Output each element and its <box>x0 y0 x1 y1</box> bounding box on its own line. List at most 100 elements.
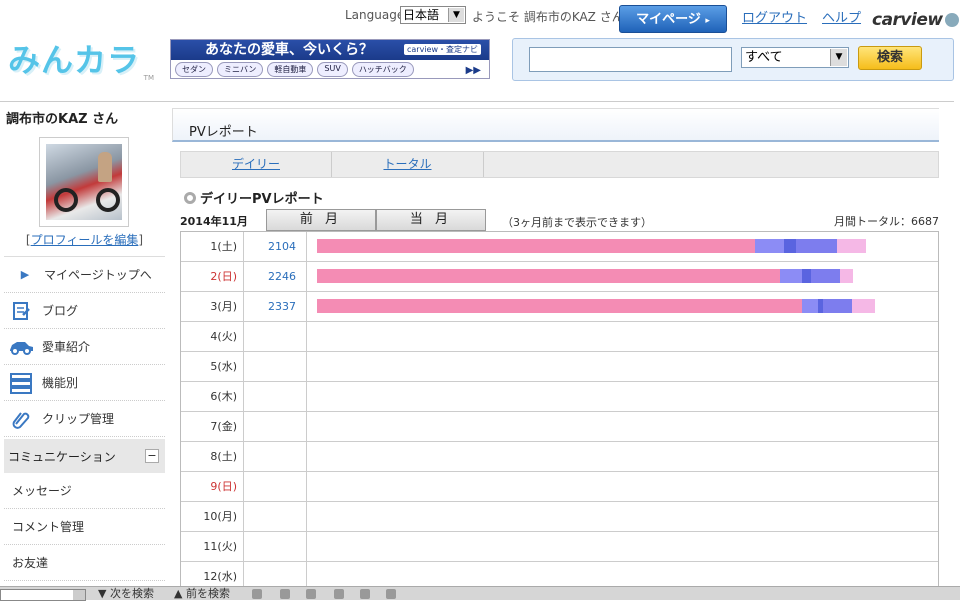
pv-count-cell[interactable] <box>244 382 307 411</box>
bar-cell <box>307 262 938 291</box>
find-input[interactable] <box>0 589 86 601</box>
logout-link[interactable]: ログアウト <box>742 7 807 26</box>
language-select[interactable]: 日本語 ▼ <box>400 6 466 24</box>
bar-cell <box>307 322 938 351</box>
day-cell: 6(木) <box>181 382 244 411</box>
search-input[interactable] <box>529 47 732 72</box>
sidebar-item-comments[interactable]: コメント管理 <box>4 509 165 545</box>
site-logo[interactable]: みんカラ TM <box>8 40 154 82</box>
section-title: デイリーPVレポート <box>200 192 324 207</box>
pv-bar-segment <box>317 299 802 313</box>
pv-count-cell[interactable] <box>244 412 307 441</box>
find-prev-button[interactable]: ▲ 前を検索 <box>174 587 230 601</box>
pv-bar-segment <box>851 299 875 313</box>
pv-count-cell[interactable] <box>244 532 307 561</box>
pv-count-cell[interactable] <box>244 502 307 531</box>
bar-cell <box>307 232 938 261</box>
edit-profile-bracket-close: ] <box>138 233 144 247</box>
sidebar-item-car[interactable]: 愛車紹介 <box>4 329 165 365</box>
carview-logo-text: carview <box>872 10 943 30</box>
tab-daily[interactable]: デイリー <box>181 152 332 177</box>
sidebar-item-blog[interactable]: ブログ <box>4 293 165 329</box>
highlight-icon[interactable] <box>252 589 262 599</box>
sidebar: 調布市のKAZ さん [プロフィールを編集] ▶ マイページトップへ ブログ 愛… <box>4 108 165 581</box>
banner-categories: セダン ミニバン 軽自動車 SUV ハッチバック <box>171 60 489 79</box>
circle-bullet-icon <box>184 191 196 204</box>
bar-cell <box>307 502 938 531</box>
sidebar-item-mypage-top[interactable]: ▶ マイページトップへ <box>4 257 165 293</box>
sidebar-item-friends[interactable]: お友達 <box>4 545 165 581</box>
welcome-text: ようこそ 調布市のKAZ さん <box>472 10 624 24</box>
bar-cell <box>307 382 938 411</box>
search-button[interactable]: 検索 <box>858 46 922 70</box>
profile-image-wheel <box>96 188 120 212</box>
profile-image-wheel <box>54 188 78 212</box>
carview-logo[interactable]: carview <box>872 10 959 30</box>
pv-bar-segment <box>811 269 840 283</box>
paperclip-icon <box>8 408 34 430</box>
sidebar-section-communication[interactable]: コミュニケーション − <box>4 439 165 473</box>
pv-count-cell[interactable]: 2337 <box>244 292 307 321</box>
range-note: （3ヶ月前まで表示できます） <box>502 216 652 229</box>
pv-bar-segment <box>755 239 785 253</box>
match-case-icon[interactable] <box>280 589 290 599</box>
pv-count-cell[interactable]: 2104 <box>244 232 307 261</box>
sidebar-item-label: マイページトップへ <box>44 268 152 282</box>
pv-count-cell[interactable] <box>244 352 307 381</box>
bar-cell <box>307 412 938 441</box>
bar-cell <box>307 532 938 561</box>
prev-month-button[interactable]: 前 月 <box>266 209 376 231</box>
bar-cell <box>307 472 938 501</box>
page-icon[interactable] <box>306 589 316 599</box>
list-icon <box>8 372 34 394</box>
carview-logo-icon <box>944 13 959 27</box>
tab-total[interactable]: トータル <box>332 152 484 177</box>
bookmark-icon[interactable] <box>334 589 344 599</box>
edit-profile-link[interactable]: プロフィールを編集 <box>31 233 139 247</box>
month-navigation: 2014年11月 前 月 当 月 （3ヶ月前まで表示できます） 月間トータル：6… <box>180 209 939 231</box>
help-icon[interactable] <box>360 589 370 599</box>
sidebar-item-clip[interactable]: クリップ管理 <box>4 401 165 437</box>
sidebar-section-label: コミュニケーション <box>8 449 116 464</box>
sidebar-item-messages[interactable]: メッセージ <box>4 473 165 509</box>
arrow-up-icon: ▲ <box>174 587 183 600</box>
pv-bar-segment <box>780 269 802 283</box>
find-bar: ▼ 次を検索 ▲ 前を検索 <box>0 586 960 601</box>
settings-icon[interactable] <box>386 589 396 599</box>
table-row: 11(火) <box>181 532 938 562</box>
pv-bar-segment <box>839 269 854 283</box>
day-cell: 1(土) <box>181 232 244 261</box>
sidebar-item-features[interactable]: 機能別 <box>4 365 165 401</box>
find-next-button[interactable]: ▼ 次を検索 <box>98 587 154 601</box>
find-prev-label: 前を検索 <box>185 587 230 600</box>
arrow-right-icon: ▸ <box>705 16 710 26</box>
pv-count-cell[interactable] <box>244 442 307 471</box>
car-icon <box>8 336 34 358</box>
day-cell: 10(月) <box>181 502 244 531</box>
sidebar-item-label: 機能別 <box>42 376 79 390</box>
find-next-label: 次を検索 <box>109 587 154 600</box>
page-title: PVレポート <box>189 125 258 140</box>
profile-photo[interactable] <box>39 137 129 227</box>
bar-cell <box>307 352 938 381</box>
day-cell: 4(火) <box>181 322 244 351</box>
pv-count-cell[interactable] <box>244 322 307 351</box>
header-divider <box>0 101 954 102</box>
site-logo-text: みんカラ <box>8 41 141 79</box>
banner-category: 軽自動車 <box>267 62 314 77</box>
pv-count-cell[interactable]: 2246 <box>244 262 307 291</box>
month-label: 2014年11月 <box>180 215 248 228</box>
mypage-button[interactable]: マイページ ▸ <box>619 5 727 33</box>
table-row: 10(月) <box>181 502 938 532</box>
collapse-icon[interactable]: − <box>145 449 159 463</box>
sidebar-item-label: 愛車紹介 <box>42 340 91 354</box>
pv-count-cell[interactable] <box>244 472 307 501</box>
current-month-button[interactable]: 当 月 <box>376 209 486 231</box>
ad-banner[interactable]: あなたの愛車、今いくら？ carview・査定ナビ セダン ミニバン 軽自動車 … <box>170 39 490 79</box>
sidebar-menu: ▶ マイページトップへ ブログ 愛車紹介 機能別 クリップ管理 コミュニケーショ… <box>4 256 165 581</box>
site-logo-tm: TM <box>143 74 154 82</box>
top-bar: Language 日本語 ▼ ようこそ 調布市のKAZ さん マイページ ▸ ロ… <box>0 4 960 33</box>
search-category-select[interactable]: すべて ▼ <box>741 47 849 68</box>
search-category-value: すべて <box>745 50 783 65</box>
help-link[interactable]: ヘルプ <box>822 7 861 26</box>
